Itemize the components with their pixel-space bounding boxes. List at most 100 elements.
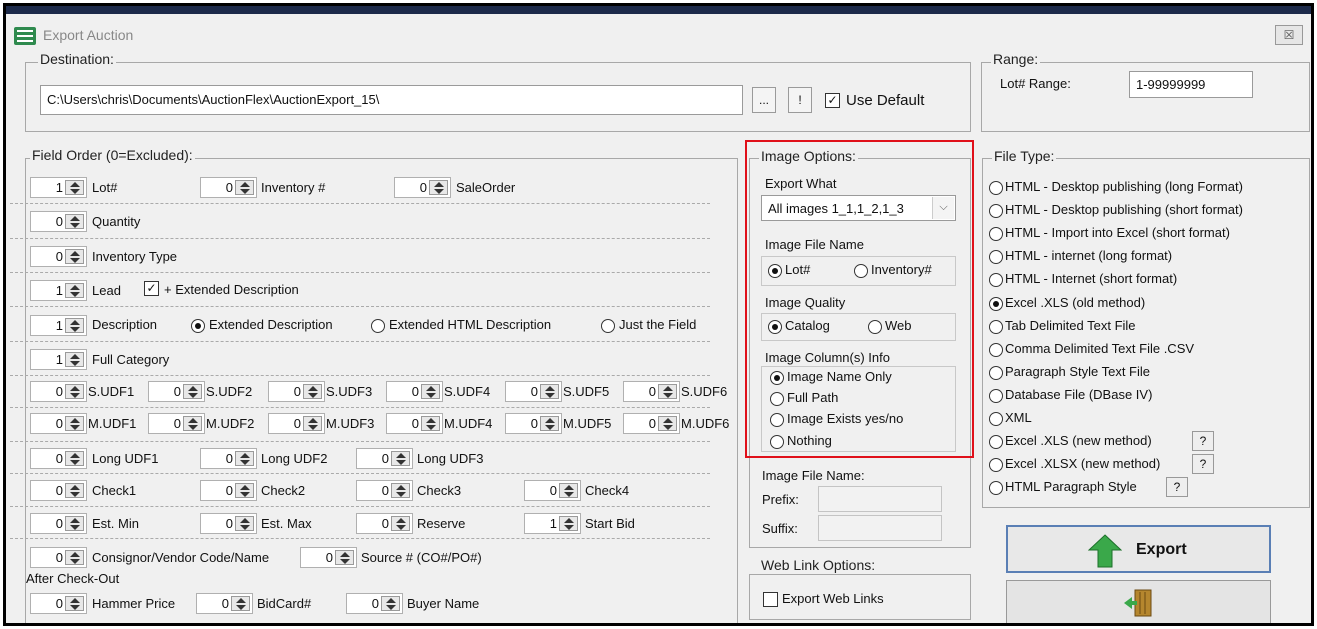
long-udf3-spinner[interactable]: 0 — [356, 448, 413, 469]
image-file-name-section-label: Image File Name: — [762, 468, 865, 483]
lead-label: Lead — [92, 283, 121, 298]
quantity-spinner[interactable]: 0 — [30, 211, 87, 232]
file-type-radio[interactable] — [989, 273, 1003, 287]
inventory-type-spinner[interactable]: 0 — [30, 246, 87, 267]
file-type-radio[interactable] — [989, 435, 1003, 449]
background-strip — [6, 6, 1311, 14]
s-udf6-spinner[interactable]: 0 — [623, 381, 680, 402]
sale-order-spinner[interactable]: 0 — [394, 177, 451, 198]
description-spinner[interactable]: 1 — [30, 315, 87, 336]
use-default-checkbox[interactable]: ✓ — [825, 93, 840, 108]
file-type-radio[interactable] — [989, 181, 1003, 195]
consignor-label: Consignor/Vendor Code/Name — [92, 550, 270, 565]
est-min-spinner[interactable]: 0 — [30, 513, 87, 534]
extended-html-description-radio[interactable] — [371, 319, 385, 333]
long-udf2-spinner[interactable]: 0 — [200, 448, 257, 469]
check3-spinner[interactable]: 0 — [356, 480, 413, 501]
inventory-no-spinner[interactable]: 0 — [200, 177, 257, 198]
long-udf1-spinner[interactable]: 0 — [30, 448, 87, 469]
file-type-option-label: Paragraph Style Text File — [1005, 364, 1150, 379]
file-type-option-label: HTML - Import into Excel (short format) — [1005, 225, 1230, 240]
m-udf6-spinner[interactable]: 0 — [623, 413, 680, 434]
help-button[interactable]: ? — [1192, 431, 1214, 451]
export-button[interactable]: Export — [1006, 525, 1271, 573]
full-category-label: Full Category — [92, 352, 170, 367]
m-udf5-spinner[interactable]: 0 — [505, 413, 562, 434]
m-udf5-label: M.UDF5 — [563, 416, 612, 431]
destination-path-input[interactable]: C:\Users\chris\Documents\AuctionFlex\Auc… — [40, 85, 743, 115]
s-udf1-spinner[interactable]: 0 — [30, 381, 87, 402]
start-bid-spinner[interactable]: 1 — [524, 513, 581, 534]
file-type-option-label: Tab Delimited Text File — [1005, 318, 1136, 333]
check1-label: Check1 — [92, 483, 137, 498]
file-type-option-label: Excel .XLS (new method) — [1005, 433, 1152, 448]
check2-spinner[interactable]: 0 — [200, 480, 257, 501]
title-bar: Export Auction ☒ — [6, 14, 1311, 50]
extended-description-radio-label: Extended Description — [209, 317, 333, 332]
s-udf3-label: S.UDF3 — [326, 384, 373, 399]
file-type-option-label: Excel .XLS (old method) — [1005, 295, 1146, 310]
check4-label: Check4 — [585, 483, 630, 498]
field-order-label: Field Order (0=Excluded): — [30, 147, 195, 163]
lot-spinner[interactable]: 1 — [30, 177, 87, 198]
s-udf2-label: S.UDF2 — [206, 384, 253, 399]
row-divider — [10, 272, 710, 273]
m-udf6-label: M.UDF6 — [681, 416, 730, 431]
lot-range-input[interactable]: 1-99999999 — [1129, 71, 1253, 98]
bidcard-spinner[interactable]: 0 — [196, 593, 253, 614]
m-udf2-label: M.UDF2 — [206, 416, 255, 431]
file-type-radio[interactable] — [989, 297, 1003, 311]
s-udf5-spinner[interactable]: 0 — [505, 381, 562, 402]
file-type-option-label: HTML - Desktop publishing (long Format) — [1005, 179, 1243, 194]
file-type-radio[interactable] — [989, 320, 1003, 334]
export-web-links-checkbox[interactable] — [763, 592, 778, 607]
extended-description-checkbox[interactable]: ✓ — [144, 281, 159, 296]
hammer-price-spinner[interactable]: 0 — [30, 593, 87, 614]
source-spinner[interactable]: 0 — [300, 547, 357, 568]
prefix-input[interactable] — [818, 486, 942, 512]
file-type-radio[interactable] — [989, 481, 1003, 495]
file-type-radio[interactable] — [989, 250, 1003, 264]
full-category-spinner[interactable]: 1 — [30, 349, 87, 370]
check4-spinner[interactable]: 0 — [524, 480, 581, 501]
m-udf4-spinner[interactable]: 0 — [386, 413, 443, 434]
m-udf2-spinner[interactable]: 0 — [148, 413, 205, 434]
lead-spinner[interactable]: 1 — [30, 280, 87, 301]
suffix-input[interactable] — [818, 515, 942, 541]
m-udf1-spinner[interactable]: 0 — [30, 413, 87, 434]
reserve-label: Reserve — [417, 516, 466, 531]
file-type-radio[interactable] — [989, 389, 1003, 403]
help-button[interactable]: ? — [1192, 454, 1214, 474]
row-divider — [10, 375, 710, 376]
check1-spinner[interactable]: 0 — [30, 480, 87, 501]
file-type-option-label: HTML - internet (long format) — [1005, 248, 1173, 263]
suffix-label: Suffix: — [762, 521, 798, 536]
buyer-name-spinner[interactable]: 0 — [346, 593, 403, 614]
file-type-radio[interactable] — [989, 204, 1003, 218]
just-the-field-radio[interactable] — [601, 319, 615, 333]
extended-description-radio[interactable] — [191, 319, 205, 333]
file-type-option-label: HTML Paragraph Style — [1005, 479, 1137, 494]
est-max-spinner[interactable]: 0 — [200, 513, 257, 534]
s-udf2-spinner[interactable]: 0 — [148, 381, 205, 402]
file-type-radio[interactable] — [989, 366, 1003, 380]
help-button[interactable]: ? — [1166, 477, 1188, 497]
s-udf3-spinner[interactable]: 0 — [268, 381, 325, 402]
consignor-spinner[interactable]: 0 — [30, 547, 87, 568]
s-udf4-spinner[interactable]: 0 — [386, 381, 443, 402]
exit-button[interactable] — [1006, 580, 1271, 623]
reserve-spinner[interactable]: 0 — [356, 513, 413, 534]
close-button[interactable]: ☒ — [1275, 25, 1303, 45]
extended-description-check-label: + Extended Description — [164, 282, 299, 297]
file-type-radio[interactable] — [989, 458, 1003, 472]
export-button-label: Export — [1136, 541, 1187, 558]
m-udf3-spinner[interactable]: 0 — [268, 413, 325, 434]
export-web-links-label: Export Web Links — [782, 591, 884, 606]
file-type-radio[interactable] — [989, 412, 1003, 426]
browse-button[interactable]: ... — [752, 87, 776, 113]
source-label: Source # (CO#/PO#) — [361, 550, 482, 565]
file-type-radio[interactable] — [989, 227, 1003, 241]
exclaim-button[interactable]: ! — [788, 87, 812, 113]
file-type-radio[interactable] — [989, 343, 1003, 357]
row-divider — [10, 306, 710, 307]
